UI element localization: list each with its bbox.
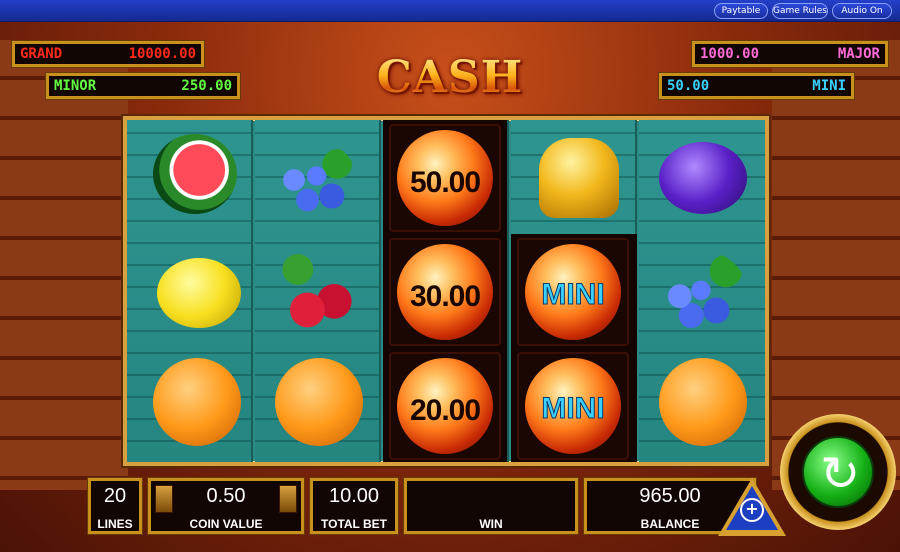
win-panel: WIN — [404, 478, 578, 534]
total-bet-value: 10.00 — [328, 485, 380, 507]
audio-toggle-button[interactable]: Audio On — [832, 3, 892, 19]
cherries-icon — [269, 248, 365, 334]
mini-jackpot-symbol: MINI — [541, 278, 605, 312]
grand-label: GRAND — [20, 46, 63, 62]
coin-value-panel: 0.50 COIN VALUE — [148, 478, 304, 534]
reel-3: 50.00 30.00 20.00 — [383, 120, 509, 462]
total-bet-panel: 10.00 TOTAL BET — [310, 478, 398, 534]
reel-cell — [639, 348, 765, 462]
reel-cell — [255, 234, 381, 348]
refresh-icon: ↻ — [819, 446, 861, 502]
left-wall — [0, 40, 128, 490]
major-jackpot: 1000.00 MAJOR — [692, 41, 888, 67]
win-label: WIN — [479, 517, 503, 531]
orange-icon — [153, 358, 241, 446]
reel-cell — [127, 234, 253, 348]
grapes-icon — [267, 140, 357, 220]
reel-cell — [255, 120, 381, 234]
major-value: 1000.00 — [700, 46, 760, 62]
reel-cell — [127, 348, 253, 462]
reel-cell — [255, 348, 381, 462]
mini-jackpot: 50.00 MINI — [659, 73, 854, 99]
fireball-symbol: 30.00 — [389, 238, 501, 346]
reel-cell: 20.00 — [383, 348, 509, 462]
lemon-icon — [157, 258, 241, 328]
mini-jackpot-symbol: MINI — [541, 392, 605, 426]
watermelon-icon — [153, 134, 237, 214]
reel-cell — [511, 120, 637, 234]
fireball-symbol: 20.00 — [389, 352, 501, 460]
total-bet-label: TOTAL BET — [321, 517, 387, 531]
spin-inner: ↻ — [802, 436, 874, 508]
minor-value: 250.00 — [181, 78, 232, 94]
plus-icon: + — [740, 498, 764, 522]
fireball-value: 20.00 — [409, 394, 481, 427]
minor-jackpot: MINOR 250.00 — [46, 73, 240, 99]
lines-panel[interactable]: 20 LINES — [88, 478, 142, 534]
game-rules-button[interactable]: Game Rules — [772, 3, 828, 19]
bet-settings-button[interactable]: + — [718, 478, 786, 536]
minor-label: MINOR — [54, 78, 97, 94]
plum-icon — [659, 142, 747, 214]
coin-value: 0.50 — [206, 485, 246, 507]
reel-cell: MINI — [511, 348, 637, 462]
reel-5 — [639, 120, 765, 462]
spin-button[interactable]: ↻ — [780, 414, 896, 530]
top-bar: Paytable Game Rules Audio On — [0, 0, 900, 22]
grand-jackpot: GRAND 10000.00 — [12, 41, 204, 67]
reel-cell: 50.00 — [383, 120, 509, 234]
grand-value: 10000.00 — [128, 46, 196, 62]
orange-icon — [275, 358, 363, 446]
lines-label: LINES — [97, 517, 133, 531]
reel-1 — [127, 120, 253, 462]
coin-value-label: COIN VALUE — [189, 517, 263, 531]
reel-cell — [639, 120, 765, 234]
bell-icon — [539, 138, 619, 218]
reel-cell: MINI — [511, 234, 637, 348]
game-logo: CASH ERUPTION — [250, 52, 650, 155]
fireball-value: 50.00 — [409, 166, 481, 199]
fireball-symbol: MINI — [517, 238, 629, 346]
mini-value: 50.00 — [667, 78, 710, 94]
reel-cell: 30.00 — [383, 234, 509, 348]
orange-icon — [659, 358, 747, 446]
reel-4: MINI MINI — [511, 120, 637, 462]
reel-2 — [255, 120, 381, 462]
fireball-symbol: 50.00 — [389, 124, 501, 232]
paytable-button[interactable]: Paytable — [714, 3, 768, 19]
fireball-symbol: MINI — [517, 352, 629, 460]
mini-label: MINI — [812, 78, 846, 94]
bottom-panel: 20 LINES 0.50 COIN VALUE 10.00 TOTAL BET… — [80, 472, 756, 542]
reel-cell — [639, 234, 765, 348]
fireball-value: 30.00 — [409, 280, 481, 313]
grapes-icon — [651, 250, 747, 334]
reel-area: 50.00 30.00 20.00 MINI MINI — [123, 116, 769, 466]
major-label: MAJOR — [837, 46, 880, 62]
lines-value: 20 — [103, 485, 127, 507]
reel-cell — [127, 120, 253, 234]
